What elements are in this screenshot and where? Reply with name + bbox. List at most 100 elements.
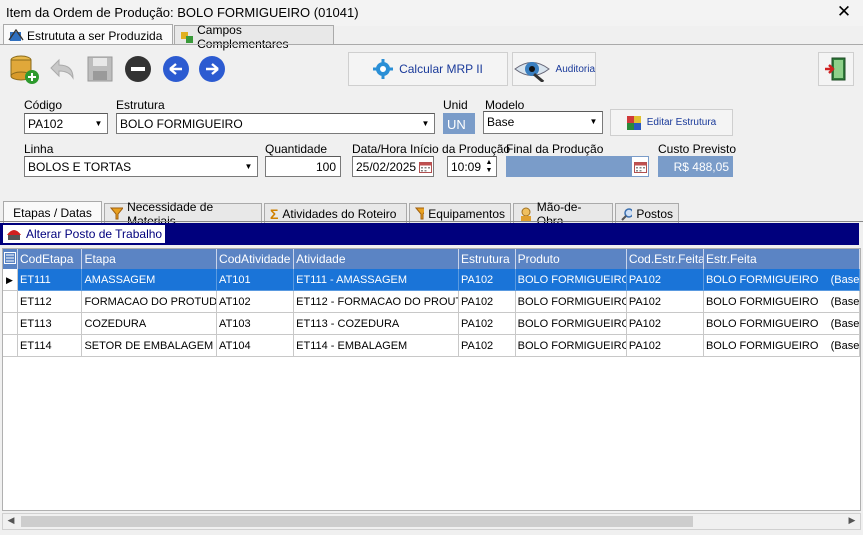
- calcular-mrp-button[interactable]: Calcular MRP II: [348, 52, 508, 86]
- table-cell: ET113: [18, 313, 83, 335]
- table-cell: PA102: [458, 335, 516, 357]
- editar-estrutura-button[interactable]: Editar Estrutura: [610, 109, 733, 136]
- fields-icon: [181, 31, 193, 43]
- tab-etapas-datas[interactable]: Etapas / Datas: [3, 201, 102, 223]
- tab-label: Campos Complementares: [197, 22, 289, 51]
- column-header[interactable]: Estrutura: [459, 249, 516, 269]
- codigo-combo[interactable]: PA102 ▼: [24, 113, 108, 134]
- table-cell: FORMACAO DO PROTUDO: [82, 291, 218, 313]
- time-spinner-icon[interactable]: ▲ ▼: [482, 157, 496, 176]
- chevron-down-icon[interactable]: ▼: [90, 114, 107, 133]
- final-producao-field[interactable]: [506, 156, 649, 177]
- sigma-icon: Σ: [270, 205, 279, 222]
- minus-icon: [125, 56, 151, 82]
- detail-tab-divider: [0, 221, 863, 222]
- row-pointer-icon: ▶: [3, 269, 18, 291]
- hora-inicio-field[interactable]: 10:09 ▲ ▼: [447, 156, 497, 177]
- table-cell: ET113 - COZEDURA: [294, 313, 459, 335]
- column-header[interactable]: Estr.Feita: [704, 249, 860, 269]
- table-row[interactable]: ▶ ET111 AMASSAGEM AT101 ET111 - AMASSAGE…: [3, 269, 860, 291]
- linha-label: Linha: [24, 142, 54, 156]
- column-header[interactable]: Etapa: [82, 249, 218, 269]
- edit-structure-icon: [626, 115, 641, 130]
- tab-atividades-roteiro[interactable]: Σ Atividades do Roteiro: [264, 203, 407, 223]
- gear-icon: [373, 59, 394, 79]
- linha-combo[interactable]: BOLOS E TORTAS ▼: [24, 156, 258, 177]
- quantidade-value: 100: [315, 160, 336, 174]
- calendar-icon[interactable]: [417, 157, 433, 176]
- arrow-left-icon: [163, 56, 189, 82]
- toolbar: Calcular MRP II Auditoria: [4, 48, 859, 90]
- chevron-down-icon[interactable]: ▼: [417, 114, 434, 133]
- magnifier-icon: [621, 207, 633, 221]
- modelo-label: Modelo: [485, 98, 525, 112]
- chevron-down-icon[interactable]: ▼: [585, 112, 602, 131]
- table-row[interactable]: ET113 COZEDURA AT103 ET113 - COZEDURA PA…: [3, 313, 860, 335]
- calendar-icon[interactable]: [632, 157, 648, 176]
- table-cell: ET112: [18, 291, 83, 313]
- auditoria-button[interactable]: Auditoria: [512, 52, 596, 86]
- table-cell: AT103: [217, 313, 295, 335]
- exit-button[interactable]: [818, 52, 854, 86]
- tab-estrutura[interactable]: Estrututa a ser Produzida: [3, 24, 173, 45]
- column-header[interactable]: Cod.Estr.Feita: [627, 249, 704, 269]
- structure-icon: [8, 29, 24, 41]
- unid-value: UN: [447, 117, 466, 132]
- estrutura-combo[interactable]: BOLO FORMIGUEIRO ▼: [116, 113, 435, 134]
- eye-icon: [514, 62, 550, 82]
- close-icon[interactable]: ✕: [835, 2, 853, 22]
- table-cell: ET111: [18, 269, 83, 291]
- column-header[interactable]: CodEtapa: [18, 249, 83, 269]
- horizontal-scrollbar[interactable]: ◀ ▶: [2, 513, 861, 530]
- table-cell: BOLO FORMIGUEIRO (Base: [703, 335, 860, 357]
- tab-label: Atividades do Roteiro: [282, 206, 397, 221]
- chevron-down-icon[interactable]: ▼: [240, 157, 257, 176]
- modelo-combo[interactable]: Base ▼: [483, 111, 603, 134]
- data-inicio-value: 25/02/2025: [356, 160, 417, 174]
- table-cell: COZEDURA: [82, 313, 218, 335]
- table-row[interactable]: ET114 SETOR DE EMBALAGEM AT104 ET114 - E…: [3, 335, 860, 357]
- row-indicator: [3, 291, 18, 313]
- table-cell: PA102: [626, 291, 704, 313]
- tab-postos[interactable]: Postos: [615, 203, 679, 223]
- grid-menu-icon[interactable]: [3, 249, 18, 269]
- column-header[interactable]: Produto: [516, 249, 627, 269]
- alterar-posto-button[interactable]: Alterar Posto de Trabalho: [3, 225, 166, 243]
- tab-campos-complementares[interactable]: Campos Complementares: [174, 23, 334, 51]
- action-bar: Alterar Posto de Trabalho: [0, 223, 859, 245]
- row-indicator: [3, 313, 18, 335]
- delete-button[interactable]: [122, 52, 154, 86]
- table-cell: PA102: [458, 291, 516, 313]
- column-header[interactable]: CodAtividade: [217, 249, 295, 269]
- estrutura-label: Estrutura: [116, 98, 165, 112]
- arrow-right-icon: [199, 56, 225, 82]
- table-cell: BOLO FORMIGUEIRO: [515, 335, 627, 357]
- next-button[interactable]: [196, 52, 228, 86]
- quantidade-label: Quantidade: [265, 142, 328, 156]
- tab-necessidade-materiais[interactable]: Necessidade de Materiais: [104, 200, 262, 228]
- table-cell: ET114: [18, 335, 83, 357]
- tab-divider: [0, 44, 863, 45]
- save-button[interactable]: [84, 52, 116, 86]
- scroll-left-icon[interactable]: ◀: [4, 515, 18, 526]
- add-database-button[interactable]: [8, 52, 40, 86]
- grid-header: CodEtapa Etapa CodAtividade Atividade Es…: [3, 249, 860, 269]
- scroll-right-icon[interactable]: ▶: [845, 515, 859, 526]
- editar-estrutura-label: Editar Estrutura: [646, 117, 717, 128]
- quantidade-field[interactable]: 100: [265, 156, 341, 177]
- custo-previsto-value: R$ 488,05: [673, 160, 729, 174]
- table-row[interactable]: ET112 FORMACAO DO PROTUDO AT102 ET112 - …: [3, 291, 860, 313]
- data-inicio-field[interactable]: 25/02/2025: [352, 156, 434, 177]
- table-cell: BOLO FORMIGUEIRO (Base: [703, 269, 860, 291]
- tab-label: Postos: [636, 206, 673, 221]
- previous-button[interactable]: [160, 52, 192, 86]
- codigo-value: PA102: [28, 117, 64, 131]
- table-cell: PA102: [626, 335, 704, 357]
- production-order-window: Item da Ordem de Produção: BOLO FORMIGUE…: [0, 0, 863, 535]
- undo-button[interactable]: [46, 52, 78, 86]
- tab-equipamentos[interactable]: Equipamentos: [409, 203, 511, 223]
- column-header[interactable]: Atividade: [294, 249, 459, 269]
- table-cell: ET111 - AMASSAGEM: [294, 269, 459, 291]
- scrollbar-thumb[interactable]: [21, 516, 693, 527]
- tab-mao-de-obra[interactable]: Mão-de-Obra: [513, 200, 613, 228]
